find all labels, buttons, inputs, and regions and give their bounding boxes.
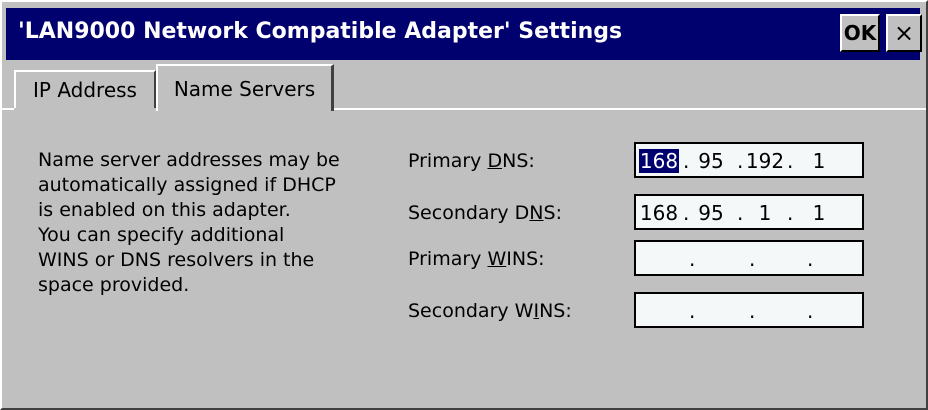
primary-dns-octet-3[interactable]: 192	[742, 149, 788, 173]
tab-divider-left	[2, 108, 14, 110]
description-line: WINS or DNS resolvers in the	[38, 249, 315, 271]
octet-separator: .	[787, 149, 794, 173]
secondary-dns-field[interactable]: 168 . 95 . 1 . 1	[634, 194, 864, 230]
tab-ip-address-label: IP Address	[33, 78, 137, 102]
close-icon: ×	[893, 19, 915, 47]
octet-separator: .	[689, 299, 696, 323]
primary-dns-field[interactable]: 168 . 95 . 192 . 1	[634, 142, 864, 178]
primary-dns-octet-4[interactable]: 1	[796, 149, 842, 173]
tab-divider-right	[334, 108, 926, 110]
secondary-dns-octet-3[interactable]: 1	[742, 201, 788, 225]
tab-name-servers[interactable]: Name Servers	[156, 64, 334, 111]
primary-dns-octet-1[interactable]: 168	[636, 149, 682, 173]
description-line: space provided.	[38, 274, 190, 296]
secondary-dns-octet-2[interactable]: 95	[688, 201, 734, 225]
settings-dialog: 'LAN9000 Network Compatible Adapter' Set…	[0, 0, 928, 410]
secondary-wins-field[interactable]: . . .	[634, 292, 864, 328]
description-text: Name server addresses may be automatical…	[38, 148, 400, 298]
octet-separator: .	[689, 247, 696, 271]
primary-dns-label: Primary DNS:	[408, 150, 535, 172]
octet-separator: .	[749, 299, 756, 323]
secondary-dns-octet-1[interactable]: 168	[636, 201, 682, 225]
octet-separator: .	[807, 247, 814, 271]
ok-button-label: OK	[843, 21, 877, 45]
tab-name-servers-label: Name Servers	[173, 76, 316, 101]
tab-ip-address[interactable]: IP Address	[14, 70, 156, 108]
close-button[interactable]: ×	[886, 14, 922, 52]
secondary-dns-octet-4[interactable]: 1	[796, 201, 842, 225]
description-line: is enabled on this adapter.	[38, 199, 291, 221]
octet-separator: .	[807, 299, 814, 323]
description-line: You can specify additional	[38, 224, 285, 246]
window-title: 'LAN9000 Network Compatible Adapter' Set…	[18, 19, 623, 44]
octet-separator: .	[749, 247, 756, 271]
title-bar: 'LAN9000 Network Compatible Adapter' Set…	[6, 8, 922, 60]
primary-wins-field[interactable]: . . .	[634, 240, 864, 276]
primary-wins-label: Primary WINS:	[408, 248, 545, 270]
description-line: Name server addresses may be	[38, 149, 340, 171]
description-line: automatically assigned if DHCP	[38, 174, 336, 196]
ok-button[interactable]: OK	[840, 14, 880, 52]
octet-separator: .	[787, 201, 794, 225]
primary-dns-octet-2[interactable]: 95	[688, 149, 734, 173]
secondary-wins-label: Secondary WINS:	[408, 300, 572, 322]
secondary-dns-label: Secondary DNS:	[408, 202, 562, 224]
